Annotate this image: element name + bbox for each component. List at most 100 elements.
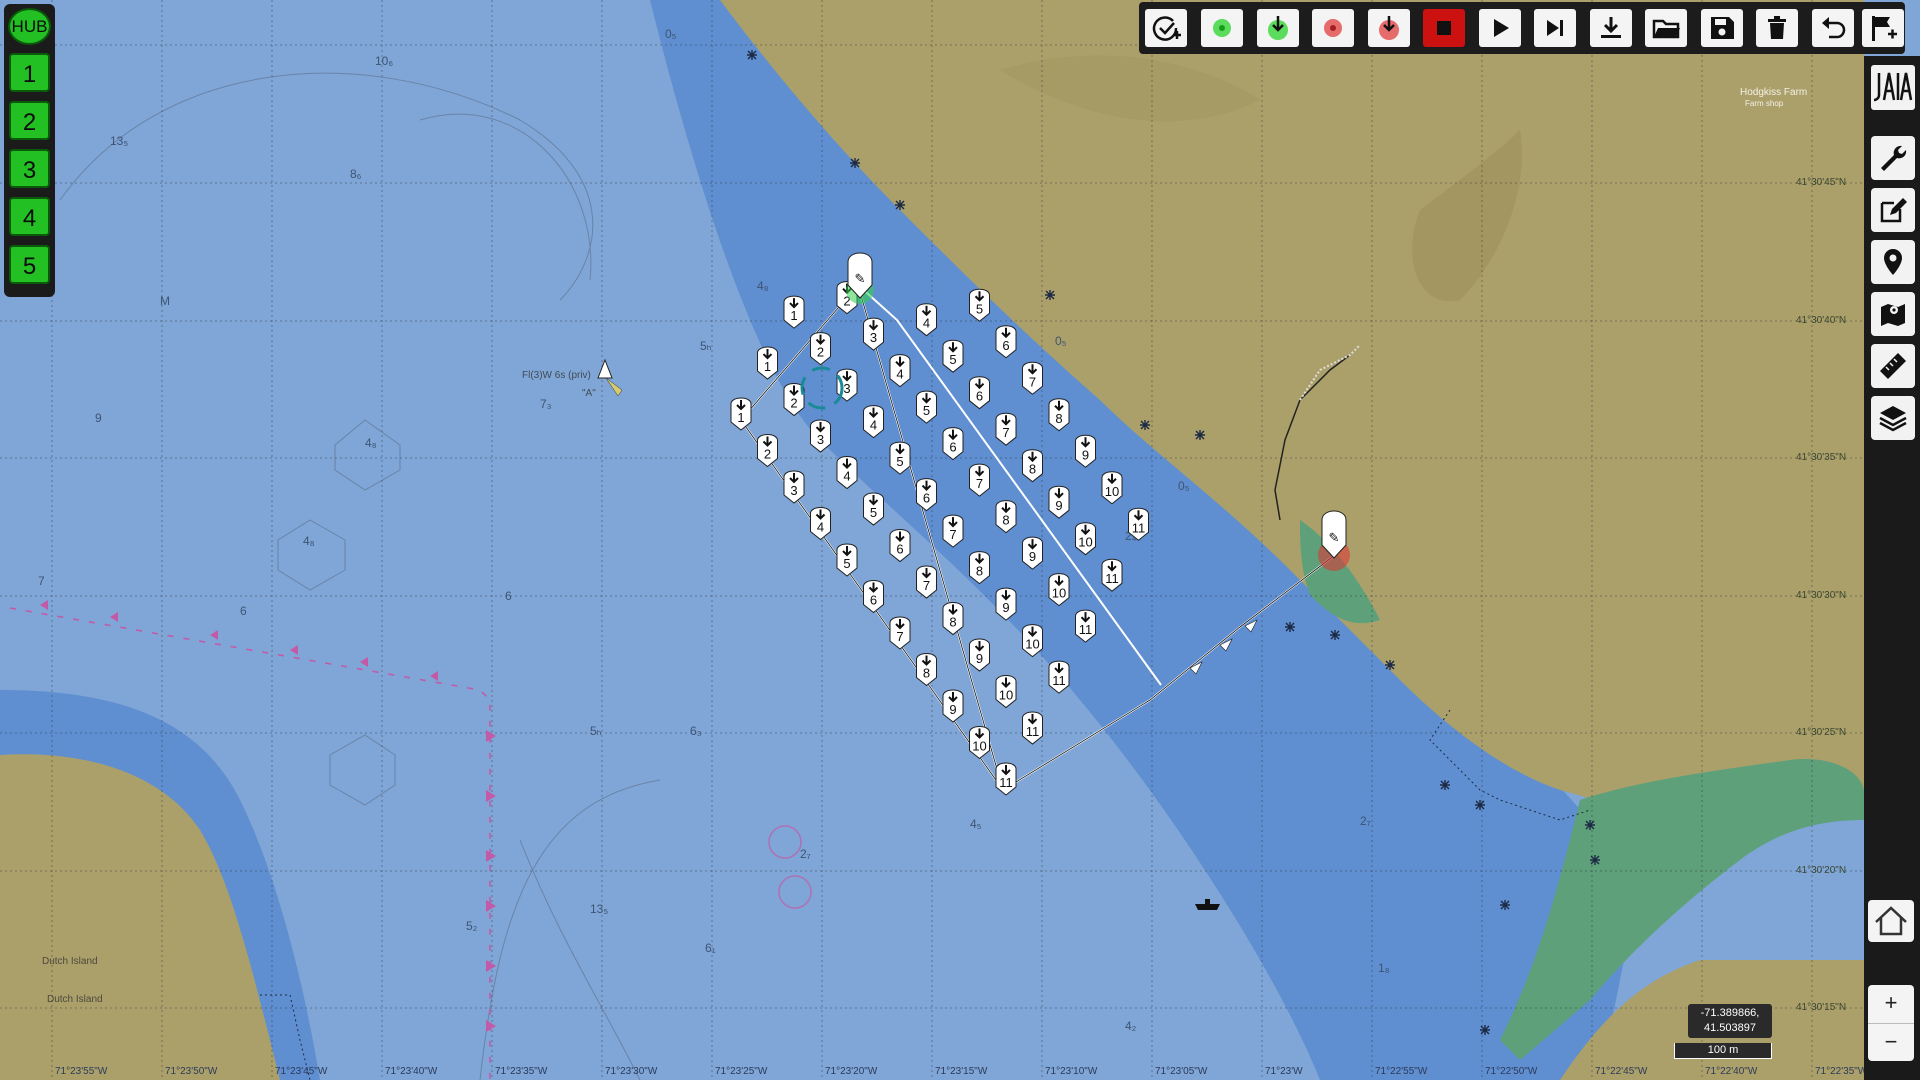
latitude-tick-label: 41°30'25"N bbox=[1796, 727, 1847, 738]
waypoint-number: 4 bbox=[896, 367, 903, 382]
waypoint-number: 11 bbox=[1132, 520, 1146, 535]
bot-1-button[interactable]: 1 bbox=[9, 53, 50, 92]
svg-text:"A": "A" bbox=[582, 388, 596, 399]
rally-red-go-button[interactable] bbox=[1368, 9, 1410, 47]
longitude-tick-label: 71°23'10"W bbox=[1045, 1066, 1098, 1077]
latitude-tick-label: 41°30'40"N bbox=[1796, 315, 1847, 326]
waypoint-number: 11 bbox=[999, 775, 1013, 790]
longitude-tick-label: 71°23'50"W bbox=[165, 1066, 218, 1077]
waypoint-number: 11 bbox=[1079, 622, 1093, 637]
waypoint-number: 6 bbox=[1002, 338, 1009, 353]
ruler-icon bbox=[1880, 353, 1906, 379]
svg-text:6₁: 6₁ bbox=[705, 941, 716, 955]
next-task-button[interactable] bbox=[1534, 9, 1576, 47]
waypoint-number: 10 bbox=[1025, 637, 1039, 652]
bot-4-button[interactable]: 4 bbox=[9, 197, 50, 236]
svg-text:13₅: 13₅ bbox=[110, 134, 128, 148]
waypoint-number: 5 bbox=[949, 352, 956, 367]
longitude-tick-label: 71°23'25"W bbox=[715, 1066, 768, 1077]
edit-icon bbox=[1880, 198, 1907, 223]
bot-3-button[interactable]: 3 bbox=[9, 149, 50, 188]
svg-text:1₈: 1₈ bbox=[1378, 961, 1390, 975]
svg-text:4₅: 4₅ bbox=[970, 817, 982, 831]
rally-green-go-button[interactable] bbox=[1257, 9, 1299, 47]
svg-text:Hodgkiss Farm: Hodgkiss Farm bbox=[1740, 87, 1807, 98]
skip-next-icon bbox=[1547, 20, 1563, 36]
waypoint-number: 5 bbox=[923, 403, 930, 418]
layers-button[interactable] bbox=[1871, 396, 1915, 440]
stop-icon bbox=[1437, 21, 1451, 35]
waypoint-number: 8 bbox=[949, 615, 956, 630]
waypoint-number: 7 bbox=[949, 527, 956, 542]
home-button[interactable] bbox=[1868, 900, 1914, 942]
svg-text:4₈: 4₈ bbox=[303, 534, 315, 548]
download-button[interactable] bbox=[1590, 9, 1632, 47]
waypoint-number: 8 bbox=[923, 666, 930, 681]
waypoint-number: 7 bbox=[976, 476, 983, 491]
svg-text:0₅: 0₅ bbox=[1055, 334, 1067, 348]
longitude-tick-label: 71°23'55"W bbox=[55, 1066, 108, 1077]
longitude-tick-label: 71°23'40"W bbox=[385, 1066, 438, 1077]
waypoint-number: 3 bbox=[843, 381, 850, 396]
bot-2-button[interactable]: 2 bbox=[9, 101, 50, 140]
mission-add-button[interactable] bbox=[1145, 9, 1187, 47]
open-folder-button[interactable] bbox=[1645, 9, 1687, 47]
nautical-chart-map[interactable]: 10₆13₅8₆ 0₅94₈ 7₃4₈5ₕ 676 4₈ 2₄0₅ 0₅6₃5ₕ … bbox=[0, 0, 1920, 1080]
zoom-out-button[interactable]: − bbox=[1868, 1023, 1914, 1060]
svg-text:5ₕ: 5ₕ bbox=[590, 724, 602, 738]
map-layers-toggle-button[interactable] bbox=[1871, 292, 1915, 336]
play-button[interactable] bbox=[1479, 9, 1521, 47]
layers-icon bbox=[1879, 406, 1907, 432]
waypoint-number: 3 bbox=[870, 330, 877, 345]
check-circle-plus-icon bbox=[1152, 16, 1181, 41]
waypoint-number: 6 bbox=[923, 491, 930, 506]
waypoint-number: 10 bbox=[999, 688, 1013, 703]
waypoint-number: 8 bbox=[976, 564, 983, 579]
location-pin-button[interactable] bbox=[1871, 240, 1915, 284]
green-burst-icon bbox=[1213, 19, 1231, 37]
cursor-longitude: -71.389866, bbox=[1700, 1007, 1760, 1019]
cursor-latitude: 41.503897 bbox=[1704, 1022, 1756, 1034]
location-pin-icon bbox=[1884, 249, 1902, 275]
flag-add-button[interactable] bbox=[1862, 9, 1904, 47]
hub-button[interactable]: HUB bbox=[8, 8, 51, 45]
wrench-icon bbox=[1881, 145, 1907, 171]
svg-text:0₅: 0₅ bbox=[665, 27, 677, 41]
delete-button[interactable] bbox=[1756, 9, 1798, 47]
waypoint-number: 7 bbox=[1002, 425, 1009, 440]
save-button[interactable] bbox=[1701, 9, 1743, 47]
undo-button[interactable] bbox=[1812, 9, 1854, 47]
svg-text:Fl(3)W 6s (priv): Fl(3)W 6s (priv) bbox=[522, 370, 591, 381]
svg-text:Dutch Island: Dutch Island bbox=[42, 956, 98, 967]
svg-text:7: 7 bbox=[38, 574, 45, 588]
svg-text:M: M bbox=[160, 294, 170, 308]
waypoint-number: 7 bbox=[923, 578, 930, 593]
waypoint-number: 8 bbox=[1055, 411, 1062, 426]
waypoint-number: 4 bbox=[843, 469, 850, 484]
svg-text:✎: ✎ bbox=[855, 271, 866, 286]
settings-wrench-button[interactable] bbox=[1871, 136, 1915, 180]
measure-ruler-button[interactable] bbox=[1871, 344, 1915, 388]
waypoint-number: 11 bbox=[1052, 673, 1066, 688]
bot-5-button[interactable]: 5 bbox=[9, 245, 50, 284]
svg-text:4₈: 4₈ bbox=[757, 279, 769, 293]
jaia-logo-icon bbox=[1873, 72, 1913, 102]
mission-edit-button[interactable] bbox=[1871, 188, 1915, 232]
waypoint-number: 7 bbox=[1029, 374, 1036, 389]
waypoint-number: 4 bbox=[817, 520, 824, 535]
waypoint-number: 9 bbox=[1002, 600, 1009, 615]
waypoint-number: 8 bbox=[1029, 462, 1036, 477]
waypoint-number: 3 bbox=[790, 483, 797, 498]
waypoint-number: 1 bbox=[764, 359, 771, 374]
svg-text:✎: ✎ bbox=[1329, 530, 1340, 545]
zoom-in-button[interactable]: + bbox=[1868, 985, 1914, 1021]
stop-all-button[interactable] bbox=[1423, 9, 1465, 47]
longitude-tick-label: 71°23'45"W bbox=[275, 1066, 328, 1077]
longitude-tick-label: 71°23'30"W bbox=[605, 1066, 658, 1077]
svg-text:6: 6 bbox=[505, 589, 512, 603]
rally-green-button[interactable] bbox=[1201, 9, 1243, 47]
longitude-tick-label: 71°23'35"W bbox=[495, 1066, 548, 1077]
download-icon bbox=[1601, 17, 1621, 38]
waypoint-number: 6 bbox=[896, 542, 903, 557]
rally-red-button[interactable] bbox=[1312, 9, 1354, 47]
